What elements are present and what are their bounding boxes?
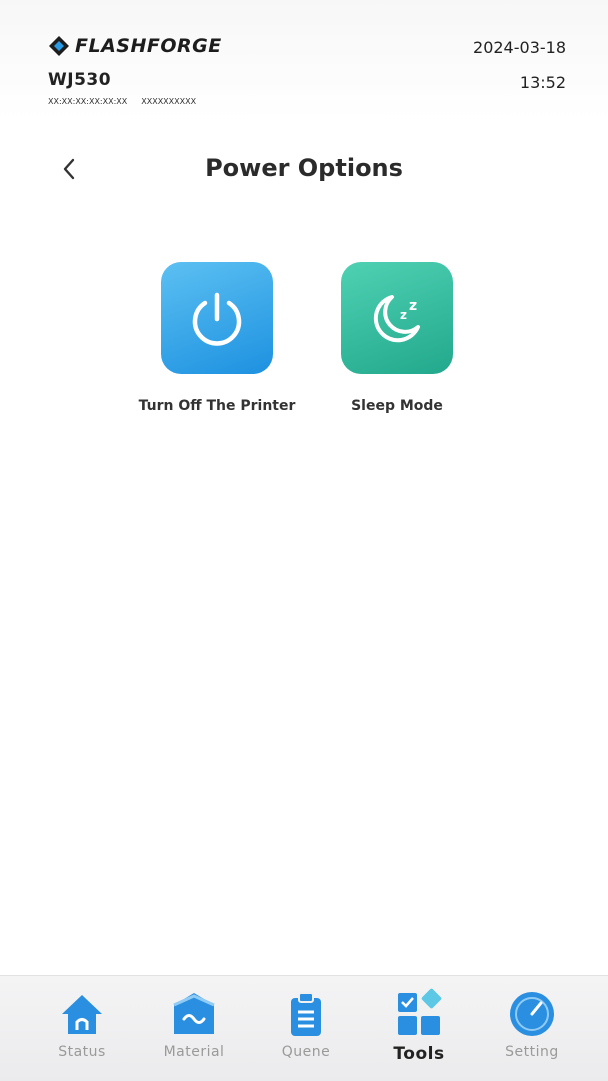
moon-sleep-icon: z z xyxy=(373,295,420,343)
svg-text:z: z xyxy=(409,298,417,314)
time-display: 13:52 xyxy=(519,73,566,92)
nav-status[interactable]: Status xyxy=(32,988,132,1060)
device-name: WJ530 xyxy=(48,70,112,90)
svg-text:z: z xyxy=(400,308,407,322)
nav-setting-label: Setting xyxy=(505,1044,559,1060)
nav-tools[interactable]: Tools xyxy=(369,988,469,1064)
turn-off-printer-button[interactable]: Turn Off The Printer xyxy=(139,262,295,414)
power-tile[interactable] xyxy=(161,262,273,374)
brand-logo: FLASHFORGE xyxy=(48,35,222,57)
tools-icon xyxy=(398,988,442,1035)
nav-material[interactable]: Material xyxy=(144,988,244,1060)
gauge-icon xyxy=(510,992,554,1036)
brand-name: FLASHFORGE xyxy=(75,35,222,57)
nav-status-label: Status xyxy=(58,1044,106,1060)
bottom-nav: Status Material Quene Tools Setting xyxy=(0,975,608,1081)
nav-queue[interactable]: Quene xyxy=(256,988,356,1060)
nav-tools-label: Tools xyxy=(393,1044,445,1064)
sleep-mode-label: Sleep Mode xyxy=(351,398,443,414)
nav-queue-label: Quene xyxy=(281,1044,331,1060)
nav-setting[interactable]: Setting xyxy=(482,988,582,1060)
sleep-tile[interactable]: z z xyxy=(341,262,453,374)
flashforge-logo-icon xyxy=(49,36,69,56)
material-icon xyxy=(173,993,215,1034)
sleep-mode-button[interactable]: z z Sleep Mode xyxy=(322,262,472,414)
turn-off-printer-label: Turn Off The Printer xyxy=(138,398,296,414)
nav-material-label: Material xyxy=(163,1044,225,1060)
clipboard-icon xyxy=(291,992,321,1036)
device-mac: XX:XX:XX:XX:XX:XX xyxy=(48,97,128,106)
power-options-screen: FLASHFORGE WJ530 XX:XX:XX:XX:XX:XX XXXXX… xyxy=(0,0,608,1081)
power-icon xyxy=(192,292,242,346)
date-display: 2024-03-18 xyxy=(473,38,566,57)
page-title: Power Options xyxy=(205,154,403,182)
device-ids: XX:XX:XX:XX:XX:XX XXXXXXXXXX xyxy=(48,97,196,106)
home-icon xyxy=(62,995,102,1034)
device-serial: XXXXXXXXXX xyxy=(141,97,197,106)
